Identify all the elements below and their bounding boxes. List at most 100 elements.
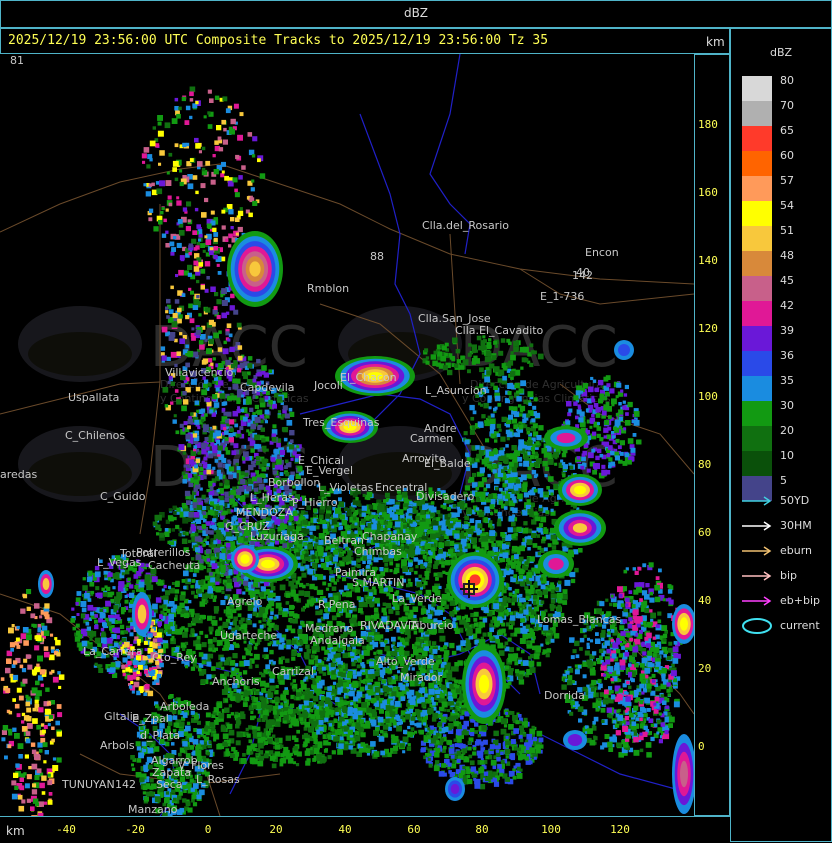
place-label: Jocoli <box>313 379 343 392</box>
y-axis-column <box>694 54 730 816</box>
y-tick-label: 140 <box>698 254 718 267</box>
place-label: Carmen <box>410 432 453 445</box>
legend-swatch <box>742 351 772 376</box>
place-label: Capdevila <box>240 381 295 394</box>
place-label: Arboleda <box>160 700 209 713</box>
place-label: L_Rosas <box>196 773 240 786</box>
legend-swatch <box>742 326 772 351</box>
y-tick-label: 120 <box>698 322 718 335</box>
place-label: 81 <box>10 54 24 67</box>
radar-timestamp-header: 2025/12/19 23:56:00 UTC Composite Tracks… <box>8 33 549 48</box>
place-label: Lomas_Blancas <box>537 613 621 626</box>
legend-swatch <box>742 226 772 251</box>
place-label: Seca <box>156 778 183 791</box>
y-tick-label: 60 <box>698 526 712 539</box>
x-tick-label: 100 <box>541 823 561 836</box>
legend-swatch <box>742 451 772 476</box>
place-label: Rmblon <box>307 282 349 295</box>
place-label: E_Zpal <box>132 712 169 725</box>
y-axis-unit: km <box>706 35 725 49</box>
legend-level-label: 65 <box>780 124 794 137</box>
legend-level-label: 48 <box>780 249 794 262</box>
place-label: Borbollon <box>268 476 320 489</box>
place-label: Arbols <box>100 739 135 752</box>
place-label: Agrelo <box>227 595 263 608</box>
place-label: Andalgala <box>310 634 365 647</box>
place-label: Villavicencio <box>165 366 234 379</box>
legend-level-label: 36 <box>780 349 794 362</box>
legend-swatch <box>742 301 772 326</box>
legend-swatch <box>742 126 772 151</box>
track-arrow-icon <box>742 596 772 606</box>
x-tick-label: 20 <box>269 823 283 836</box>
x-axis-unit: km <box>6 824 25 838</box>
legend-level-label: 5 <box>780 474 787 487</box>
x-tick-label: -20 <box>125 823 145 836</box>
place-label: El_Chacon <box>340 371 397 384</box>
legend-track-label: eburn <box>780 544 813 557</box>
place-label: TUNUYAN <box>61 778 115 791</box>
place-label: Clla.El_Cavadito <box>455 324 544 337</box>
radar-map[interactable]: DACC DACC DACC DACC Dirección de Agricul… <box>0 54 694 816</box>
place-label: Chapanay <box>362 530 418 543</box>
legend-swatch <box>742 426 772 451</box>
x-tick-label: -40 <box>56 823 76 836</box>
legend-swatch <box>742 276 772 301</box>
y-tick-label: 180 <box>698 118 718 131</box>
place-label: d_Plata <box>140 729 180 742</box>
y-tick-label: 100 <box>698 390 718 403</box>
legend-track-label: 50YD <box>780 494 810 507</box>
track-arrow-icon <box>742 496 772 506</box>
y-tick-label: 20 <box>698 662 712 675</box>
legend-track-label: 30HM <box>780 519 812 532</box>
place-label: Uspallata <box>68 391 119 404</box>
track-arrow-icon <box>742 546 772 556</box>
place-label: E_1-736 <box>540 290 584 303</box>
x-tick-label: 0 <box>204 823 212 836</box>
legend-track-label: bip <box>780 569 798 582</box>
legend-track-label: current <box>780 619 820 632</box>
place-label: Carrizal <box>272 665 314 678</box>
place-label: 88 <box>370 250 384 263</box>
place-label: R.Pena <box>318 598 355 611</box>
place-label: V_Flores <box>178 759 224 772</box>
track-arrow-icon <box>742 571 772 581</box>
place-label: S.MARTIN <box>352 576 405 589</box>
place-label: C_Chilenos <box>65 429 125 442</box>
place-label: Dorrida <box>544 689 585 702</box>
place-label: Cacheuta <box>148 559 200 572</box>
place-label: Alto_Verde <box>376 655 435 668</box>
legend-level-label: 30 <box>780 399 794 412</box>
place-label: Mirador <box>400 671 443 684</box>
legend-swatch <box>742 76 772 101</box>
legend-level-label: 20 <box>780 424 794 437</box>
legend-level-label: 57 <box>780 174 794 187</box>
place-label: El_Balde <box>424 457 471 470</box>
legend-swatch <box>742 151 772 176</box>
place-label: Clla.del_Rosario <box>422 219 509 232</box>
radar-map-canvas: DACC DACC DACC DACC Dirección de Agricul… <box>0 54 694 816</box>
legend-level-label: 54 <box>780 199 794 212</box>
legend-swatch <box>742 201 772 226</box>
window-title: dBZ <box>403 6 429 20</box>
legend-swatch <box>742 251 772 276</box>
legend-track-label: eb+bip <box>780 594 820 607</box>
place-label: Anchoris <box>212 675 260 688</box>
legend-level-label: 60 <box>780 149 794 162</box>
legend-swatch <box>742 376 772 401</box>
x-tick-label: 60 <box>407 823 421 836</box>
place-label: La_Carrera <box>83 645 142 658</box>
place-label: Encon <box>585 246 619 259</box>
legend-level-label: 39 <box>780 324 794 337</box>
place-label: Totoral <box>119 547 157 560</box>
legend-level-label: 51 <box>780 224 794 237</box>
place-label: 40 <box>576 266 590 279</box>
place-label: L_Asuncion <box>425 384 487 397</box>
place-label: L_Violetas <box>318 481 374 494</box>
y-tick-label: 80 <box>698 458 712 471</box>
place-label: Chimbas <box>354 545 402 558</box>
legend-level-label: 42 <box>780 299 794 312</box>
place-label: La_Verde <box>392 592 442 605</box>
legend-swatch <box>742 176 772 201</box>
x-tick-label: 120 <box>610 823 630 836</box>
